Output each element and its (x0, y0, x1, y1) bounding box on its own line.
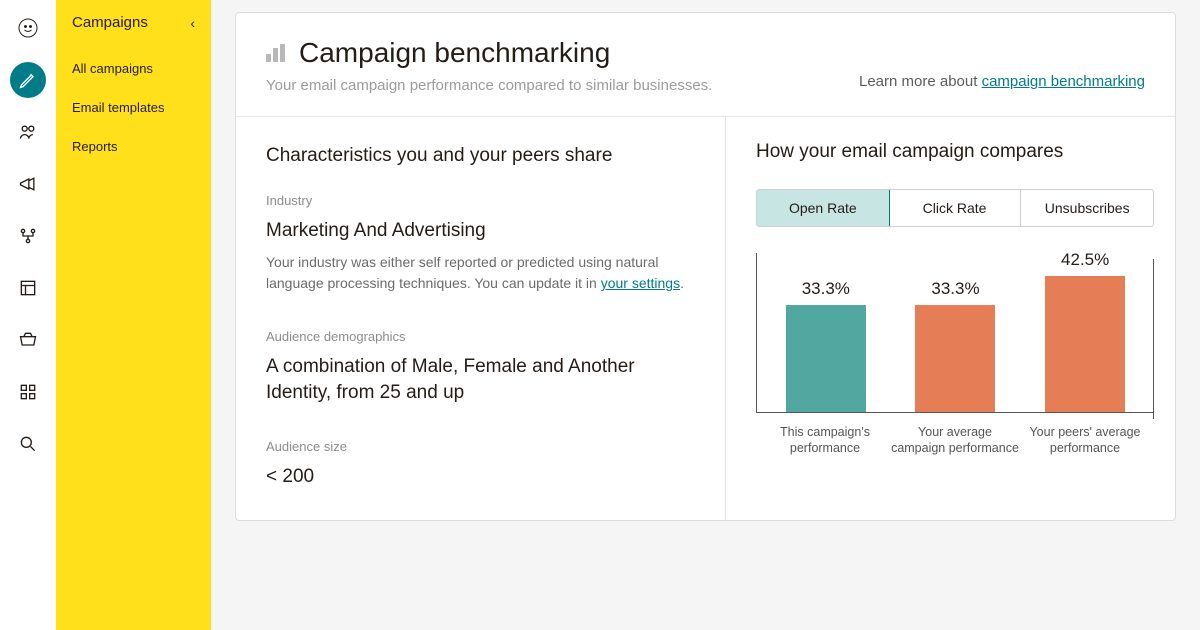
characteristics-title: Characteristics you and your peers share (266, 145, 695, 167)
brand-logo[interactable] (10, 10, 46, 46)
apps-icon[interactable] (10, 374, 46, 410)
benchmarking-card: Campaign benchmarking Your email campaig… (235, 12, 1176, 521)
page-subtitle: Your email campaign performance compared… (266, 77, 712, 94)
x-axis-label: Your average campaign performance (890, 424, 1020, 457)
metric-tabs: Open Rate Click Rate Unsubscribes (756, 189, 1154, 227)
main-content: Campaign benchmarking Your email campaig… (211, 0, 1200, 630)
industry-desc: Your industry was either self reported o… (266, 252, 695, 295)
commerce-icon[interactable] (10, 322, 46, 358)
benchmark-chart: 33.3%33.3%42.5% This campaign's performa… (756, 253, 1154, 473)
learn-more-link[interactable]: campaign benchmarking (982, 73, 1145, 90)
sidebar-title: Campaigns (72, 14, 148, 31)
characteristics-panel: Characteristics you and your peers share… (236, 117, 726, 520)
search-icon[interactable] (10, 426, 46, 462)
bar-value-label: 33.3% (895, 279, 1015, 299)
bar-value-label: 42.5% (1025, 250, 1145, 270)
megaphone-icon[interactable] (10, 166, 46, 202)
website-icon[interactable] (10, 270, 46, 306)
chart-bar: 42.5% (1025, 276, 1145, 412)
demographics-value: A combination of Male, Female and Anothe… (266, 354, 695, 405)
chart-bar: 33.3% (895, 305, 1015, 412)
audience-size-label: Audience size (266, 439, 695, 454)
audience-size-block: Audience size < 200 (266, 439, 695, 490)
settings-link[interactable]: your settings (601, 275, 680, 291)
audience-size-value: < 200 (266, 464, 695, 490)
sidebar-item-reports[interactable]: Reports (56, 127, 211, 166)
automations-icon[interactable] (10, 218, 46, 254)
pencil-icon[interactable] (10, 62, 46, 98)
tab-click-rate[interactable]: Click Rate (889, 190, 1022, 226)
demographics-block: Audience demographics A combination of M… (266, 329, 695, 405)
industry-value: Marketing And Advertising (266, 218, 695, 244)
tab-open-rate[interactable]: Open Rate (756, 189, 890, 227)
compare-title: How your email campaign compares (756, 141, 1154, 163)
industry-block: Industry Marketing And Advertising Your … (266, 193, 695, 295)
sidebar-item-all-campaigns[interactable]: All campaigns (56, 49, 211, 88)
audience-icon[interactable] (10, 114, 46, 150)
compare-panel: How your email campaign compares Open Ra… (726, 117, 1184, 520)
page-title: Campaign benchmarking (299, 37, 610, 69)
icon-rail (0, 0, 56, 630)
chart-bar: 33.3% (766, 305, 886, 412)
tab-unsubscribes[interactable]: Unsubscribes (1021, 190, 1153, 226)
sidebar: Campaigns ‹ All campaigns Email template… (56, 0, 211, 630)
learn-more: Learn more about campaign benchmarking (859, 73, 1145, 90)
chevron-left-icon[interactable]: ‹ (190, 15, 195, 31)
demographics-label: Audience demographics (266, 329, 695, 344)
bar-value-label: 33.3% (766, 279, 886, 299)
bar-chart-icon (266, 44, 285, 62)
industry-label: Industry (266, 193, 695, 208)
x-axis-label: Your peers' average performance (1020, 424, 1150, 457)
x-axis-label: This campaign's performance (760, 424, 890, 457)
card-header: Campaign benchmarking Your email campaig… (236, 13, 1175, 117)
sidebar-item-email-templates[interactable]: Email templates (56, 88, 211, 127)
sidebar-header: Campaigns ‹ (56, 14, 211, 49)
